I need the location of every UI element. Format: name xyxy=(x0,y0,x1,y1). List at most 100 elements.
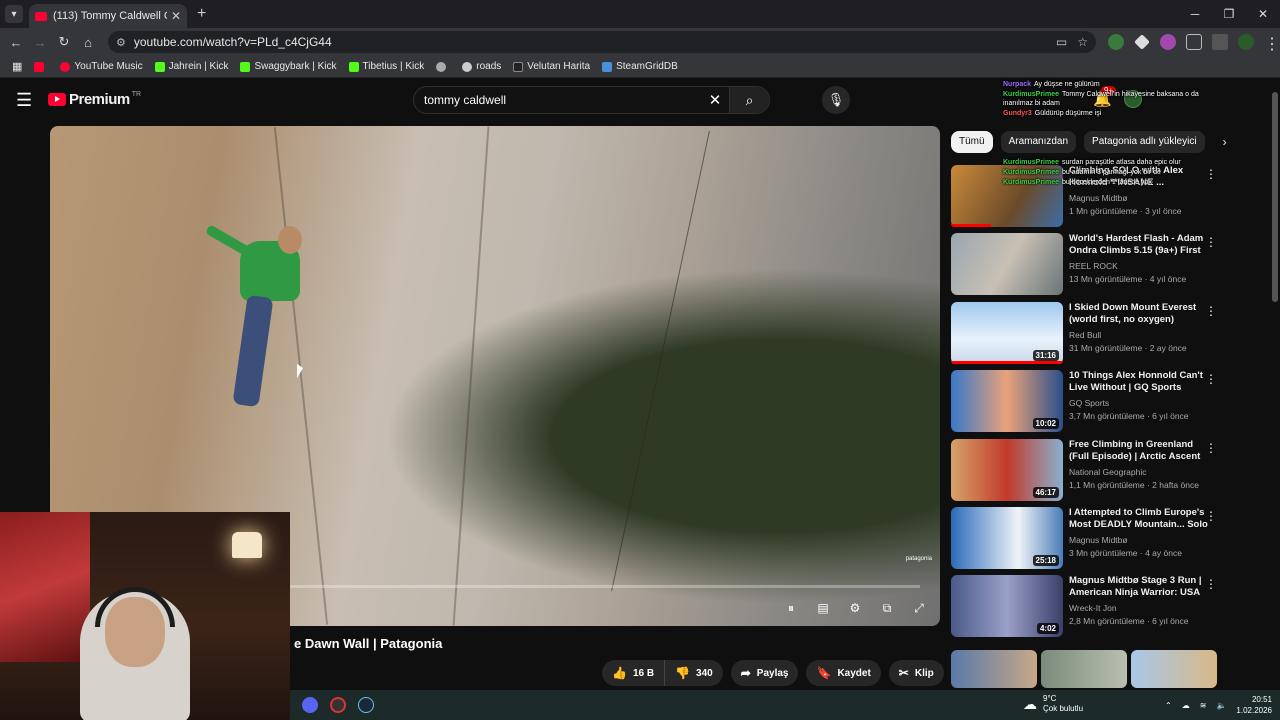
stream-chat-overlay: Nurpack Ay düşse ne gülürüm KurdimusPrime… xyxy=(1003,80,1213,188)
bookmark-youtube[interactable] xyxy=(34,61,48,72)
restore-button[interactable]: ❐ xyxy=(1212,0,1246,28)
video-title[interactable]: Magnus Midtbø Stage 3 Run | American Nin… xyxy=(1069,575,1209,599)
video-thumbnail[interactable]: 10:02 xyxy=(951,370,1063,433)
video-title[interactable]: World's Hardest Flash - Adam Ondra Climb… xyxy=(1069,233,1209,257)
video-thumbnail[interactable]: 25:18 xyxy=(951,506,1063,569)
voice-search-icon[interactable]: 🎙 xyxy=(822,86,850,114)
search-box[interactable]: tommy caldwell ✕ ⌕ xyxy=(413,86,770,114)
progress-bar[interactable] xyxy=(290,585,920,588)
forward-button[interactable]: → xyxy=(28,35,52,50)
puzzle-icon[interactable] xyxy=(1186,34,1202,50)
site-info-icon[interactable]: ⚙ xyxy=(116,36,126,49)
video-thumbnail[interactable] xyxy=(1041,650,1127,688)
browser-tab[interactable]: (113) Tommy Caldwell Climbing ✕ xyxy=(29,4,187,28)
profile-icon[interactable] xyxy=(1238,34,1254,50)
volume-icon[interactable]: 🔈 xyxy=(1216,701,1226,710)
url-text[interactable]: youtube.com/watch?v=PLd_c4CjG44 xyxy=(134,35,1046,49)
clear-search-icon[interactable]: ✕ xyxy=(701,91,729,109)
list-item[interactable]: 46:17 Free Climbing in Greenland (Full E… xyxy=(951,438,1221,501)
list-item[interactable]: 4:02 Magnus Midtbø Stage 3 Run | America… xyxy=(951,575,1221,638)
more-options-icon[interactable]: ⋮ xyxy=(1205,372,1217,386)
extension-icon-1[interactable] xyxy=(1108,34,1124,50)
close-window-button[interactable]: ✕ xyxy=(1246,0,1280,28)
bookmark-jahrein[interactable]: Jahrein | Kick xyxy=(154,61,228,72)
subtitles-icon[interactable]: ▤ xyxy=(814,601,832,616)
channel-name[interactable]: GQ Sports xyxy=(1069,398,1209,408)
bookmark-velutan[interactable]: Velutan Harita xyxy=(513,61,590,72)
dislike-button[interactable]: 👎 340 xyxy=(665,660,723,686)
minimize-button[interactable]: ─ xyxy=(1178,0,1212,28)
extension-icon-3[interactable] xyxy=(1160,34,1176,50)
bookmark-star-icon[interactable]: ☆ xyxy=(1077,35,1088,49)
bookmark-tibetius[interactable]: Tibetius | Kick xyxy=(348,61,424,72)
more-options-icon[interactable]: ⋮ xyxy=(1205,235,1217,249)
video-title[interactable]: Free Climbing in Greenland (Full Episode… xyxy=(1069,439,1209,463)
reading-list-icon[interactable] xyxy=(1212,34,1228,50)
list-item[interactable]: 31:16 I Skied Down Mount Everest (world … xyxy=(951,301,1221,364)
channel-name[interactable]: Magnus Midtbø xyxy=(1069,193,1209,203)
channel-name[interactable]: Red Bull xyxy=(1069,330,1209,340)
more-options-icon[interactable]: ⋮ xyxy=(1205,304,1217,318)
share-button[interactable]: ➦ Paylaş xyxy=(730,660,799,686)
youtube-premium-logo[interactable]: Premium TR xyxy=(48,91,141,108)
video-title[interactable]: 10 Things Alex Honnold Can't Live Withou… xyxy=(1069,370,1209,394)
channel-name[interactable]: REEL ROCK xyxy=(1069,261,1209,271)
steam-icon[interactable] xyxy=(358,697,374,713)
video-thumbnail[interactable]: 4:02 xyxy=(951,575,1063,638)
like-button[interactable]: 👍 16 B xyxy=(602,660,666,686)
hamburger-menu-icon[interactable]: ☰ xyxy=(16,90,32,111)
search-input[interactable]: tommy caldwell xyxy=(414,93,701,107)
bookmark-roads[interactable]: roads xyxy=(462,61,501,72)
back-button[interactable]: ← xyxy=(4,35,28,50)
bookmark-globe[interactable] xyxy=(436,61,450,72)
home-button[interactable]: ⌂ xyxy=(76,35,100,50)
video-thumbnail[interactable]: 31:16 xyxy=(951,301,1063,364)
settings-gear-icon[interactable]: ⚙ xyxy=(846,601,864,616)
miniplayer-icon[interactable]: ⧉ xyxy=(878,601,896,616)
save-button[interactable]: 🔖 Kaydet xyxy=(806,660,881,686)
close-tab-icon[interactable]: ✕ xyxy=(171,9,181,23)
list-item[interactable]: 10:02 10 Things Alex Honnold Can't Live … xyxy=(951,370,1221,433)
steamgriddb-icon xyxy=(602,61,613,72)
rock-crack xyxy=(452,126,490,626)
apps-grid-icon[interactable]: ▦ xyxy=(12,60,22,73)
video-title[interactable]: I Attempted to Climb Europe's Most DEADL… xyxy=(1069,507,1209,531)
app-icon[interactable] xyxy=(330,697,346,713)
clip-button[interactable]: ✂ Klip xyxy=(888,660,944,686)
onedrive-icon[interactable]: ☁ xyxy=(1182,701,1190,710)
list-item[interactable]: 25:18 I Attempted to Climb Europe's Most… xyxy=(951,506,1221,569)
new-tab-button[interactable]: + xyxy=(197,5,206,23)
wifi-icon[interactable]: ≋ xyxy=(1200,701,1207,710)
chevron-right-icon[interactable]: › xyxy=(1223,135,1227,149)
bookmark-youtube-music[interactable]: YouTube Music xyxy=(60,61,143,72)
search-button[interactable]: ⌕ xyxy=(729,87,769,113)
extension-icon-2[interactable] xyxy=(1134,34,1150,50)
list-item[interactable]: World's Hardest Flash - Adam Ondra Climb… xyxy=(951,233,1221,296)
more-options-icon[interactable]: ⋮ xyxy=(1205,509,1217,523)
omnibox[interactable]: ⚙ youtube.com/watch?v=PLd_c4CjG44 ▭ ☆ xyxy=(108,31,1096,53)
clock[interactable]: 20:51 1.02.2026 xyxy=(1236,694,1272,716)
video-thumbnail[interactable] xyxy=(951,233,1063,296)
page-scrollbar[interactable] xyxy=(1272,92,1278,302)
chevron-up-icon[interactable]: ⌃ xyxy=(1165,701,1172,710)
menu-dots-icon[interactable]: ⋮ xyxy=(1264,34,1280,53)
video-title[interactable]: I Skied Down Mount Everest (world first,… xyxy=(1069,302,1209,326)
weather-widget[interactable]: ☁ 9°C Çok bulutlu xyxy=(1023,694,1083,714)
video-thumbnail[interactable]: 46:17 xyxy=(951,438,1063,501)
pause-icon[interactable]: ⏸ xyxy=(782,601,800,616)
cast-icon[interactable]: ▭ xyxy=(1056,35,1067,49)
bookmark-steamgriddb[interactable]: SteamGridDB xyxy=(602,61,678,72)
more-options-icon[interactable]: ⋮ xyxy=(1205,577,1217,591)
fullscreen-icon[interactable]: ⤢ xyxy=(910,601,928,616)
tab-search-button[interactable]: ▾ xyxy=(5,5,23,23)
chip-all[interactable]: Tümü xyxy=(951,131,993,153)
channel-name[interactable]: Magnus Midtbø xyxy=(1069,535,1209,545)
video-thumbnail[interactable] xyxy=(951,650,1037,688)
more-options-icon[interactable]: ⋮ xyxy=(1205,441,1217,455)
video-thumbnail[interactable] xyxy=(1131,650,1217,688)
channel-name[interactable]: National Geographic xyxy=(1069,467,1209,477)
channel-name[interactable]: Wreck-It Jon xyxy=(1069,603,1209,613)
bookmark-swaggybark[interactable]: Swaggybark | Kick xyxy=(240,61,337,72)
discord-icon[interactable] xyxy=(302,697,318,713)
reload-button[interactable]: ↻ xyxy=(52,34,76,50)
